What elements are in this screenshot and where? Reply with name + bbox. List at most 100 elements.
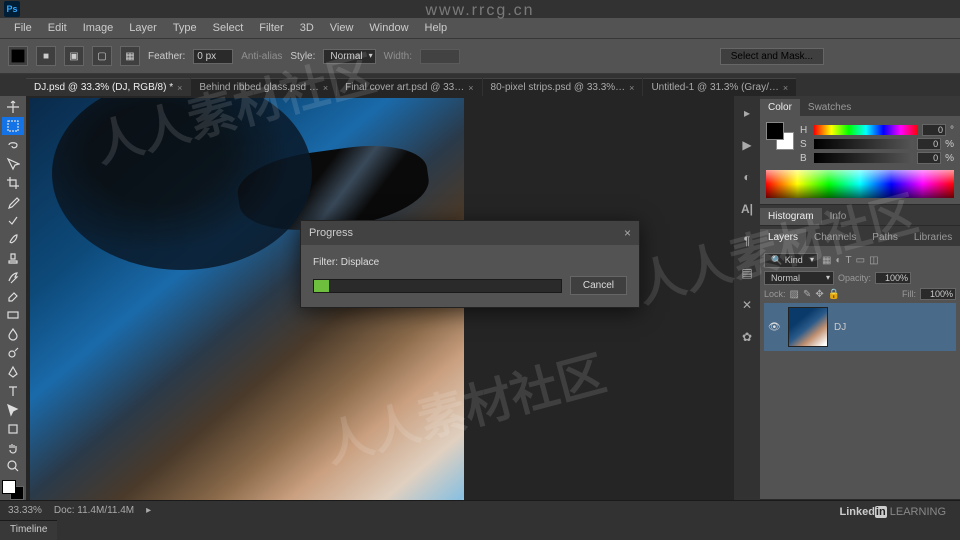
sat-label: S: [800, 139, 810, 150]
selection-int-icon[interactable]: ▦: [120, 46, 140, 66]
quick-select-tool[interactable]: [2, 155, 24, 173]
fill-input[interactable]: 100%: [920, 288, 956, 300]
char-panel-icon[interactable]: A|: [736, 198, 758, 220]
menu-help[interactable]: Help: [417, 22, 456, 34]
sat-value[interactable]: 0: [917, 138, 941, 150]
fg-bg-swatch[interactable]: [766, 122, 794, 150]
pen-tool[interactable]: [2, 363, 24, 381]
close-icon[interactable]: ×: [783, 83, 788, 93]
actions-panel-icon[interactable]: ▶: [736, 134, 758, 156]
shape-tool[interactable]: [2, 420, 24, 438]
selection-add-icon[interactable]: ▣: [64, 46, 84, 66]
swatches-tab[interactable]: Swatches: [800, 99, 859, 116]
color-swatches[interactable]: [2, 480, 24, 500]
selection-sub-icon[interactable]: ▢: [92, 46, 112, 66]
zoom-level[interactable]: 33.33%: [8, 505, 42, 516]
menu-3d[interactable]: 3D: [292, 22, 322, 34]
dodge-tool[interactable]: [2, 344, 24, 362]
blur-tool[interactable]: [2, 325, 24, 343]
hue-slider[interactable]: [814, 125, 918, 135]
adjust-panel-icon[interactable]: ✕: [736, 294, 758, 316]
menu-file[interactable]: File: [6, 22, 40, 34]
zoom-tool[interactable]: [2, 458, 24, 476]
brush-tool[interactable]: [2, 230, 24, 248]
bri-value[interactable]: 0: [917, 152, 941, 164]
visibility-icon[interactable]: 👁: [768, 322, 782, 333]
close-icon[interactable]: ×: [624, 226, 631, 240]
close-icon[interactable]: ×: [177, 83, 182, 93]
menu-window[interactable]: Window: [361, 22, 416, 34]
move-tool[interactable]: [2, 98, 24, 116]
cancel-button[interactable]: Cancel: [570, 276, 627, 295]
menu-edit[interactable]: Edit: [40, 22, 75, 34]
filter-kind-select[interactable]: 🔍 Kind: [764, 253, 818, 268]
layer-row[interactable]: 👁 DJ: [764, 303, 956, 351]
paths-tab[interactable]: Paths: [864, 229, 906, 246]
eyedropper-tool[interactable]: [2, 193, 24, 211]
lock-trans-icon[interactable]: ▨: [790, 289, 799, 300]
layer-name[interactable]: DJ: [834, 322, 846, 333]
channels-tab[interactable]: Channels: [806, 229, 864, 246]
progress-bar: [313, 279, 562, 293]
opacity-input[interactable]: 100%: [875, 272, 911, 284]
libraries-tab[interactable]: Libraries: [906, 229, 960, 246]
type-tool[interactable]: [2, 382, 24, 400]
path-tool[interactable]: [2, 401, 24, 419]
history-brush-tool[interactable]: [2, 268, 24, 286]
select-and-mask-button[interactable]: Select and Mask...: [720, 48, 824, 65]
width-input: [420, 49, 460, 64]
menu-filter[interactable]: Filter: [251, 22, 291, 34]
feather-input[interactable]: [193, 49, 233, 64]
style-select[interactable]: Normal: [323, 49, 375, 64]
blend-mode-select[interactable]: Normal: [764, 271, 834, 285]
spectrum-picker[interactable]: [766, 170, 954, 198]
filter-smart-icon[interactable]: ◫: [869, 255, 878, 266]
bri-slider[interactable]: [814, 153, 913, 163]
props-panel-icon[interactable]: ✿: [736, 326, 758, 348]
close-icon[interactable]: ×: [468, 83, 473, 93]
doc-tab-strips[interactable]: 80-pixel strips.psd @ 33.3%…×: [483, 78, 643, 96]
eraser-tool[interactable]: [2, 287, 24, 305]
doc-tab-untitled[interactable]: Untitled-1 @ 31.3% (Gray/…×: [643, 78, 796, 96]
styles-panel-icon[interactable]: ▤: [736, 262, 758, 284]
doc-size[interactable]: Doc: 11.4M/11.4M: [54, 505, 134, 516]
hue-value[interactable]: 0: [922, 124, 946, 136]
tool-preset-icon[interactable]: [8, 46, 28, 66]
para-panel-icon[interactable]: ¶: [736, 230, 758, 252]
doc-tab-dj[interactable]: DJ.psd @ 33.3% (DJ, RGB/8) *×: [26, 78, 190, 96]
healing-tool[interactable]: [2, 212, 24, 230]
stamp-tool[interactable]: [2, 249, 24, 267]
hand-tool[interactable]: [2, 439, 24, 457]
timeline-tab[interactable]: Timeline: [0, 520, 57, 540]
lock-pos-icon[interactable]: ✥: [815, 289, 823, 300]
filter-pixel-icon[interactable]: ▦: [822, 255, 831, 266]
gradient-tool[interactable]: [2, 306, 24, 324]
brush-panel-icon[interactable]: ◐: [736, 166, 758, 188]
close-icon[interactable]: ×: [629, 83, 634, 93]
crop-tool[interactable]: [2, 174, 24, 192]
filter-type-icon[interactable]: T: [846, 255, 852, 266]
color-tab[interactable]: Color: [760, 99, 800, 116]
layer-thumbnail[interactable]: [788, 307, 828, 347]
doc-tab-cover[interactable]: Final cover art.psd @ 33…×: [337, 78, 481, 96]
menu-select[interactable]: Select: [205, 22, 252, 34]
sat-slider[interactable]: [814, 139, 913, 149]
menu-image[interactable]: Image: [75, 22, 122, 34]
marquee-tool[interactable]: [2, 117, 24, 135]
info-tab[interactable]: Info: [822, 208, 855, 225]
menu-type[interactable]: Type: [165, 22, 205, 34]
filter-shape-icon[interactable]: ▭: [856, 255, 865, 266]
menu-layer[interactable]: Layer: [121, 22, 165, 34]
filter-adjust-icon[interactable]: ◐: [835, 255, 841, 266]
lasso-tool[interactable]: [2, 136, 24, 154]
lock-paint-icon[interactable]: ✎: [803, 289, 811, 300]
layers-tab[interactable]: Layers: [760, 229, 806, 246]
history-panel-icon[interactable]: ▸: [736, 102, 758, 124]
histogram-tab[interactable]: Histogram: [760, 208, 822, 225]
selection-new-icon[interactable]: ■: [36, 46, 56, 66]
menu-view[interactable]: View: [322, 22, 362, 34]
doc-tab-ribbed[interactable]: Behind ribbed glass.psd …×: [191, 78, 336, 96]
fill-label: Fill:: [902, 289, 916, 299]
lock-all-icon[interactable]: 🔒: [828, 289, 840, 300]
close-icon[interactable]: ×: [323, 83, 328, 93]
